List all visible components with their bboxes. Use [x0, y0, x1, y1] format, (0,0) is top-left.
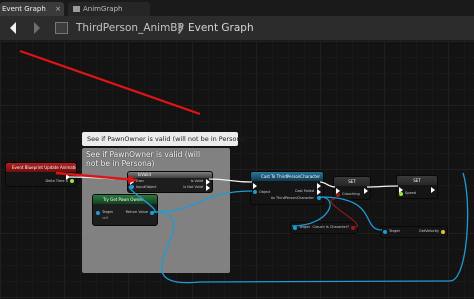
- tab-anim-graph-label: AnimGraph: [83, 5, 123, 13]
- graph-icon: [73, 6, 80, 12]
- breadcrumb-bar: ThirdPerson_AnimBP ❯ Event Graph: [0, 16, 474, 41]
- tab-anim-graph[interactable]: AnimGraph: [68, 2, 150, 16]
- forward-arrow-glyph: [34, 22, 40, 34]
- tab-bar: Event Graph × AnimGraph: [0, 0, 474, 16]
- breadcrumb-graph[interactable]: Event Graph: [188, 21, 254, 35]
- object-wire-return-to-cast: [152, 190, 253, 213]
- blueprint-graph-icon: [55, 22, 68, 34]
- annotation-arrowhead: [128, 175, 136, 184]
- exec-wire-set-to-set: [366, 185, 399, 188]
- forward-arrow-icon[interactable]: [27, 19, 45, 37]
- object-wire-cast-to-getcrouch: [291, 196, 331, 227]
- close-icon[interactable]: ×: [55, 2, 61, 16]
- chevron-right-icon: ❯: [176, 22, 185, 34]
- exec-wire-cast-to-set: [319, 181, 336, 188]
- wire-layer: [19, 49, 469, 284]
- exec-wire-isvalid-to-cast: [208, 178, 253, 183]
- object-wire-return-to-isvalid: [128, 185, 156, 213]
- breadcrumb-blueprint[interactable]: ThirdPerson_AnimBP: [76, 21, 184, 35]
- tab-event-graph-label: Event Graph: [2, 5, 46, 13]
- back-arrow-glyph: [10, 22, 16, 34]
- tab-event-graph[interactable]: Event Graph ×: [0, 2, 64, 16]
- object-wire-loop: [152, 172, 469, 284]
- back-arrow-icon[interactable]: [5, 19, 23, 37]
- graph-canvas[interactable]: See if PawnOwner is valid (will not be i…: [0, 41, 474, 299]
- annotation-arrow-to-tab: [19, 49, 201, 116]
